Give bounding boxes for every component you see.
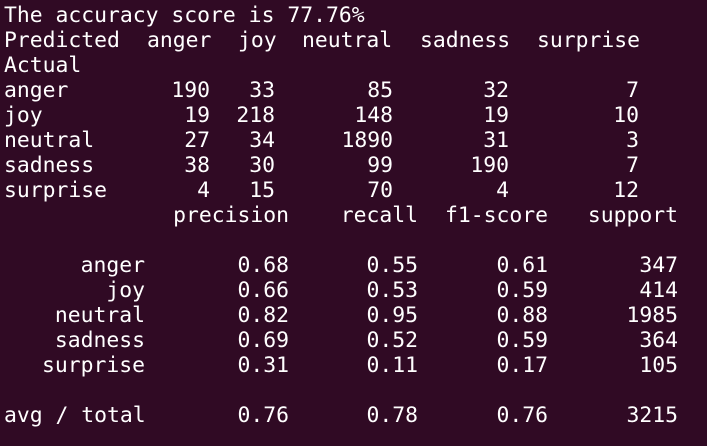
cm-column-header: sadness xyxy=(420,28,511,53)
report-cell: 1985 xyxy=(626,303,678,328)
report-cell: 364 xyxy=(639,328,678,353)
accuracy-line: The accuracy score is 77.76% xyxy=(4,3,365,28)
report-column-header: support xyxy=(587,203,678,228)
cm-cell: 7 xyxy=(626,153,639,178)
cm-column-header: surprise xyxy=(537,28,641,53)
actual-label: Actual xyxy=(4,53,82,78)
cm-cell: 7 xyxy=(626,78,639,103)
report-row: neutral 0.82 0.95 0.88 1985 xyxy=(0,303,707,328)
report-row: sadness 0.69 0.52 0.59 364 xyxy=(0,328,707,353)
report-row: surprise 0.31 0.11 0.17 105 xyxy=(0,353,707,378)
terminal-window[interactable]: The accuracy score is 77.76% Predicted a… xyxy=(0,0,707,446)
confusion-matrix-row: surprise 4 15 70 4 12 xyxy=(0,178,707,203)
confusion-matrix-row: joy 19 218 148 19 10 xyxy=(0,103,707,128)
predicted-label: Predicted xyxy=(4,28,120,53)
confusion-matrix-row: neutral 27 34 1890 31 3 xyxy=(0,128,707,153)
report-cell: 414 xyxy=(639,278,678,303)
cm-column-header: anger xyxy=(147,28,212,53)
confusion-matrix-row: sadness 38 30 99 190 7 xyxy=(0,153,707,178)
report-total-value: 3215 xyxy=(626,403,678,428)
cm-column-header: neutral xyxy=(302,28,393,53)
cm-cell: 3 xyxy=(626,128,639,153)
confusion-header-row: Predicted anger joy neutral sadness surp… xyxy=(0,28,707,53)
cm-cell: 12 xyxy=(613,178,639,203)
cm-column-header: joy xyxy=(238,28,277,53)
report-header-row: precision recall f1-score support xyxy=(0,203,707,228)
report-cell: 347 xyxy=(639,253,678,278)
report-total-row: avg / total 0.76 0.78 0.76 3215 xyxy=(0,403,707,428)
report-row: joy 0.66 0.53 0.59 414 xyxy=(0,278,707,303)
confusion-matrix-row: anger 190 33 85 32 7 xyxy=(0,78,707,103)
cm-cell: 10 xyxy=(613,103,639,128)
report-row: anger 0.68 0.55 0.61 347 xyxy=(0,253,707,278)
report-cell: 105 xyxy=(639,353,678,378)
